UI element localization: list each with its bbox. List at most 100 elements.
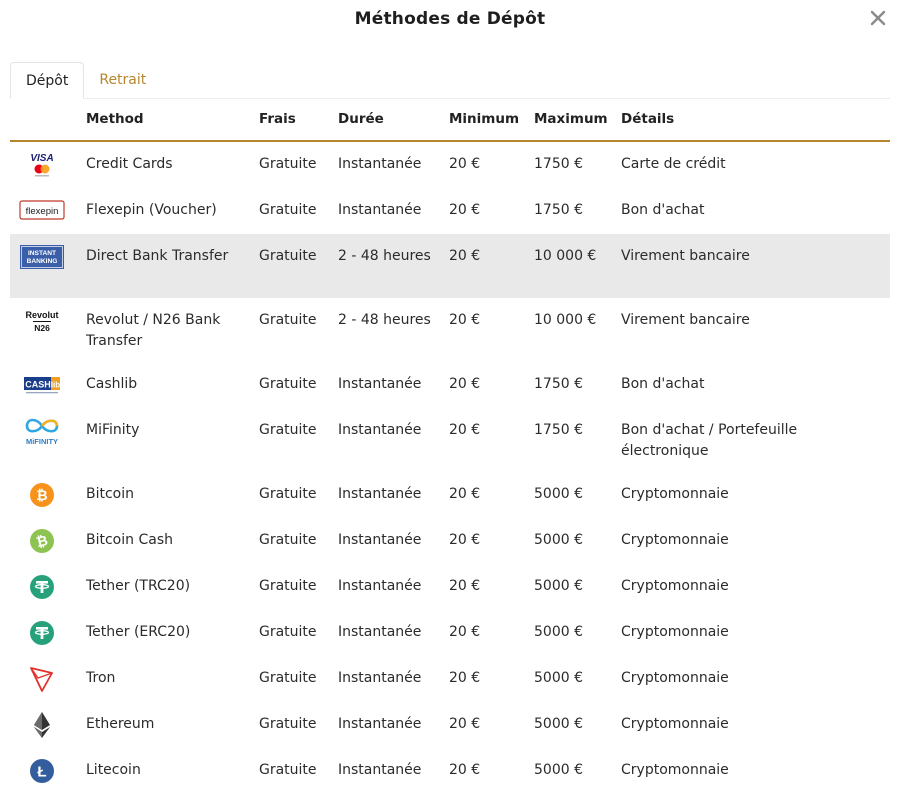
details: Cryptomonnaie [621, 762, 729, 778]
fee: Gratuite [259, 762, 317, 778]
maximum-amount: 1750 € [534, 156, 583, 172]
maximum-amount: 10 000 € [534, 248, 597, 264]
method-name: Tether (TRC20) [86, 578, 191, 594]
details: Bon d'achat [621, 202, 705, 218]
deposit-methods-modal: Méthodes de Dépôt Dépôt Retrait Method F… [0, 0, 900, 810]
minimum-amount: 20 € [449, 532, 481, 548]
instant-banking-icon: INSTANT BANKING [18, 242, 66, 272]
table-row: ₿ Bitcoin Cash Gratuite Instantanée 20 € 5000… [10, 518, 890, 564]
minimum-amount: 20 € [449, 486, 481, 502]
fee: Gratuite [259, 312, 317, 328]
tether-erc20-icon [18, 618, 66, 648]
svg-text:INSTANT: INSTANT [28, 250, 56, 257]
method-name: Litecoin [86, 762, 141, 778]
fee: Gratuite [259, 202, 317, 218]
svg-text:lib: lib [51, 381, 60, 390]
fee: Gratuite [259, 716, 317, 732]
table-row: VISA Credit Cards Gratuite Instantanée 20 €… [10, 142, 890, 188]
minimum-amount: 20 € [449, 624, 481, 640]
header-frais: Frais [259, 111, 296, 127]
details: Cryptomonnaie [621, 670, 729, 686]
table-row: ₿ Bitcoin Gratuite Instantanée 20 € 5000 € Cry… [10, 472, 890, 518]
details: Cryptomonnaie [621, 716, 729, 732]
table-body: VISA Credit Cards Gratuite Instantanée 20 €… [10, 142, 890, 794]
header-minimum: Minimum [449, 111, 520, 127]
cashlib-icon: CASH lib [18, 370, 66, 400]
duration: Instantanée [338, 624, 422, 640]
fee: Gratuite [259, 376, 317, 392]
svg-text:flexepin: flexepin [26, 206, 59, 217]
details: Cryptomonnaie [621, 578, 729, 594]
tab-bar: Dépôt Retrait [10, 62, 890, 99]
details: Virement bancaire [621, 248, 750, 264]
fee: Gratuite [259, 156, 317, 172]
method-name: Flexepin (Voucher) [86, 202, 217, 218]
method-name: Tether (ERC20) [86, 624, 191, 640]
close-icon [870, 10, 886, 26]
maximum-amount: 5000 € [534, 486, 583, 502]
minimum-amount: 20 € [449, 248, 481, 264]
maximum-amount: 10 000 € [534, 312, 597, 328]
method-name: Cashlib [86, 376, 138, 392]
maximum-amount: 1750 € [534, 422, 583, 438]
tab-retrait[interactable]: Retrait [84, 62, 161, 99]
flexepin-icon: flexepin [18, 196, 66, 226]
minimum-amount: 20 € [449, 762, 481, 778]
duration: Instantanée [338, 762, 422, 778]
minimum-amount: 20 € [449, 156, 481, 172]
minimum-amount: 20 € [449, 422, 481, 438]
header-details: Détails [621, 111, 675, 127]
details: Cryptomonnaie [621, 486, 729, 502]
fee: Gratuite [259, 486, 317, 502]
duration: Instantanée [338, 376, 422, 392]
minimum-amount: 20 € [449, 716, 481, 732]
minimum-amount: 20 € [449, 578, 481, 594]
tab-depot[interactable]: Dépôt [10, 62, 85, 99]
details: Bon d'achat / Portefeuille électronique [621, 422, 798, 459]
duration: 2 - 48 heures [338, 248, 431, 264]
duration: Instantanée [338, 202, 422, 218]
modal-title: Méthodes de Dépôt [354, 9, 546, 29]
minimum-amount: 20 € [449, 312, 481, 328]
svg-text:VISA: VISA [30, 153, 53, 164]
duration: Instantanée [338, 716, 422, 732]
maximum-amount: 5000 € [534, 624, 583, 640]
table-row: INSTANT BANKING Direct Bank Transfer Gratu… [10, 234, 890, 298]
svg-text:N26: N26 [34, 323, 50, 333]
minimum-amount: 20 € [449, 670, 481, 686]
svg-text:Ł: Ł [37, 764, 46, 781]
table-header: Method Frais Durée Minimum Maximum Détai… [10, 100, 890, 142]
table-row: Ethereum Gratuite Instantanée 20 € 5000 € Cry… [10, 702, 890, 748]
method-name: Credit Cards [86, 156, 173, 172]
duration: Instantanée [338, 156, 422, 172]
details: Cryptomonnaie [621, 624, 729, 640]
table-row: Tron Gratuite Instantanée 20 € 5000 € Cryptom… [10, 656, 890, 702]
duration: Instantanée [338, 486, 422, 502]
tether-trc20-icon [18, 572, 66, 602]
fee: Gratuite [259, 532, 317, 548]
svg-text:BANKING: BANKING [27, 258, 58, 265]
bitcoin-cash-icon: ₿ [18, 526, 66, 556]
svg-text:CASH: CASH [25, 380, 51, 390]
ethereum-icon [18, 710, 66, 740]
table-row: Tether (TRC20) Gratuite Instantanée 20 € 500… [10, 564, 890, 610]
close-button[interactable] [864, 4, 892, 32]
table-row: CASH lib Cashlib Gratuite Instantanée 20 € 1… [10, 362, 890, 408]
maximum-amount: 1750 € [534, 202, 583, 218]
details: Virement bancaire [621, 312, 750, 328]
mifinity-icon: MiFINITY [18, 416, 66, 446]
table-row: Revolut N26 Revolut / N26 Bank Transfer Gr… [10, 298, 890, 362]
svg-text:₿: ₿ [36, 488, 47, 504]
duration: 2 - 48 heures [338, 312, 431, 328]
svg-text:MiFINITY: MiFINITY [26, 437, 58, 446]
maximum-amount: 5000 € [534, 716, 583, 732]
details: Carte de crédit [621, 156, 726, 172]
duration: Instantanée [338, 422, 422, 438]
tron-icon [18, 664, 66, 694]
minimum-amount: 20 € [449, 202, 481, 218]
methods-table: Method Frais Durée Minimum Maximum Détai… [10, 100, 890, 794]
fee: Gratuite [259, 624, 317, 640]
duration: Instantanée [338, 578, 422, 594]
table-row: Tether (ERC20) Gratuite Instantanée 20 € 500… [10, 610, 890, 656]
method-name: MiFinity [86, 422, 140, 438]
